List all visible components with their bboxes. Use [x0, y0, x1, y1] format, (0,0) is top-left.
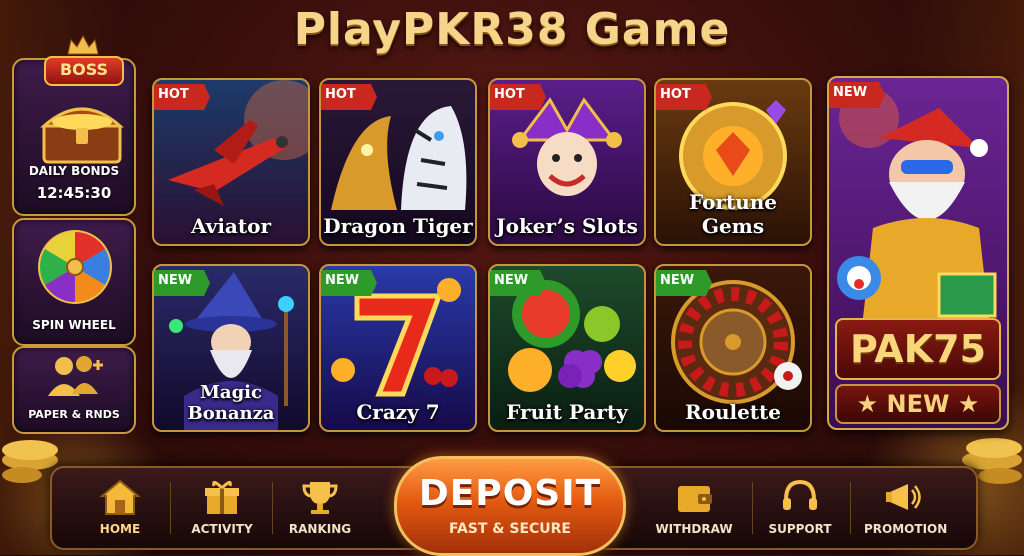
new-ribbon: NEW — [490, 270, 546, 296]
nav-withdraw[interactable]: WITHDRAW — [654, 474, 734, 540]
new-ribbon: NEW — [154, 270, 210, 296]
game-tile-roulette[interactable]: NEW Roulette — [654, 264, 812, 432]
game-tile-dragon-tiger[interactable]: HOT Dragon Tiger — [319, 78, 477, 246]
game-name: Fruit Party — [506, 400, 628, 424]
boss-badge: BOSS — [44, 56, 124, 86]
daily-bonds-timer: 12:45:30 — [36, 184, 112, 202]
game-tile-fruit-party[interactable]: NEW Fruit Party — [488, 264, 646, 432]
nav-promotion[interactable]: PROMOTION — [864, 474, 948, 540]
headset-icon — [783, 479, 817, 510]
nav-divider — [272, 482, 273, 534]
home-icon — [99, 479, 141, 515]
game-name: Dragon Tiger — [323, 214, 473, 238]
deposit-button[interactable]: DEPOSIT FAST & SECURE — [394, 456, 626, 556]
nav-promotion-label: PROMOTION — [864, 522, 948, 536]
nav-support-label: SUPPORT — [768, 522, 832, 536]
daily-bonds-label: DAILY BONDS — [28, 164, 120, 178]
nav-divider — [752, 482, 753, 534]
spin-wheel-label: SPIN WHEEL — [32, 318, 116, 332]
hot-ribbon: HOT — [656, 84, 712, 110]
megaphone-icon — [886, 484, 921, 510]
page-title: PlayPKR38 Game — [293, 4, 731, 55]
crown-icon — [67, 34, 99, 55]
treasure-chest-icon — [40, 107, 124, 164]
new-ribbon: NEW — [321, 270, 377, 296]
nav-support[interactable]: SUPPORT — [760, 474, 840, 540]
nav-ranking-label: RANKING — [288, 522, 352, 536]
nav-activity[interactable]: ACTIVITY — [182, 474, 262, 540]
nav-home[interactable]: HOME — [80, 474, 160, 540]
paper-rounds-label: PAPER & RNDS — [28, 408, 120, 421]
people-icon — [48, 356, 103, 396]
nav-activity-label: ACTIVITY — [191, 522, 253, 536]
game-name: Fortune Gems — [688, 190, 778, 238]
deposit-label: DEPOSIT — [418, 473, 602, 514]
game-name: Joker’s Slots — [496, 214, 638, 238]
wallet-icon — [678, 486, 712, 512]
game-tile-magic-bonanza[interactable]: NEW Magic Bonanza — [152, 264, 310, 432]
game-tile-crazy-7[interactable]: NEW Crazy 7 — [319, 264, 477, 432]
nav-withdraw-label: WITHDRAW — [655, 522, 733, 536]
promo-new-label: ★ NEW ★ — [835, 384, 1001, 424]
promo-code: PAK75 — [835, 318, 1001, 380]
promo-banner-pak75[interactable]: NEW PAK75 ★ NEW ★ — [827, 76, 1009, 430]
game-name: Aviator — [191, 214, 271, 238]
game-name: Crazy 7 — [356, 400, 440, 424]
santa-mascot-icon — [837, 88, 997, 318]
nav-divider — [170, 482, 171, 534]
new-ribbon: NEW — [656, 270, 712, 296]
new-ribbon: NEW — [829, 82, 885, 108]
gift-icon — [205, 481, 239, 514]
nav-home-label: HOME — [99, 522, 141, 536]
nav-divider — [850, 482, 851, 534]
game-name: Roulette — [684, 400, 782, 424]
paper-rounds-card[interactable]: PAPER & RNDS — [12, 346, 136, 434]
hot-ribbon: HOT — [154, 84, 210, 110]
deposit-sublabel: FAST & SECURE — [448, 521, 571, 537]
hot-ribbon: HOT — [490, 84, 546, 110]
spin-wheel-card[interactable]: SPIN WHEEL — [12, 218, 136, 346]
game-name: Magic Bonanza — [187, 382, 275, 424]
fortune-wheel-icon — [38, 230, 112, 304]
game-tile-jokers-slots[interactable]: HOT Joker’s Slots — [488, 78, 646, 246]
hot-ribbon: HOT — [321, 84, 377, 110]
game-tile-aviator[interactable]: HOT Aviator — [152, 78, 310, 246]
trophy-icon — [302, 482, 338, 514]
nav-ranking[interactable]: RANKING — [280, 474, 360, 540]
daily-bonds-card[interactable]: BOSS DAILY BONDS 12:45:30 — [12, 34, 136, 216]
game-tile-fortune-gems[interactable]: HOT Fortune Gems — [654, 78, 812, 246]
